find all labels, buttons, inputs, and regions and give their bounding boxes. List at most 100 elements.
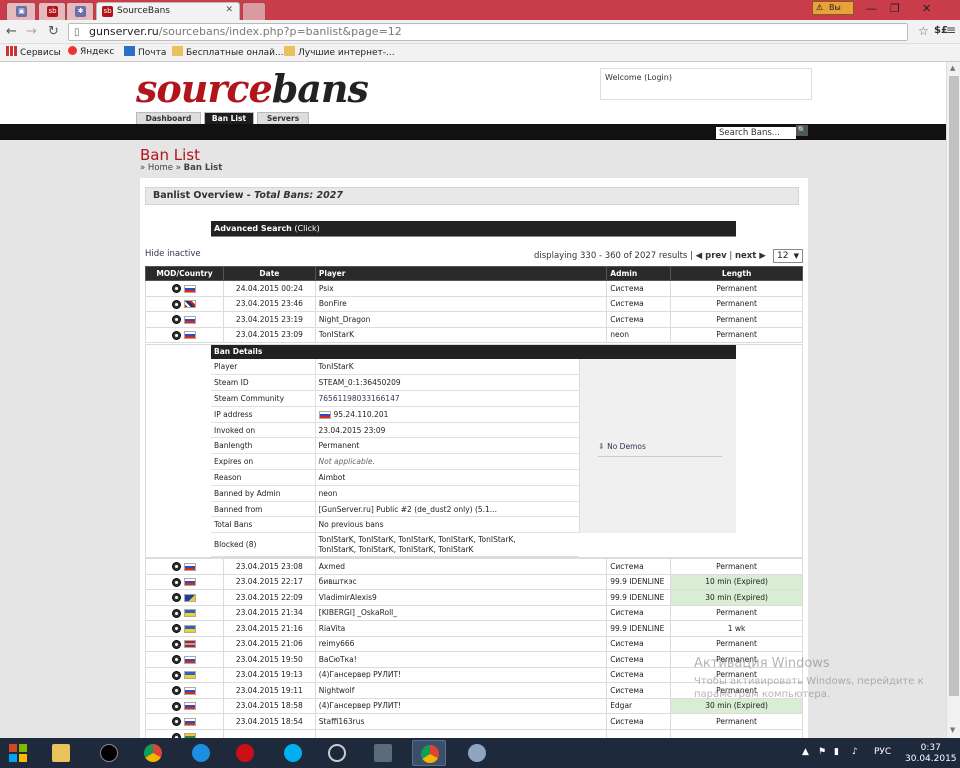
game-mod-icon <box>172 655 182 664</box>
address-bar-row: ← → ↻ ▯ gunserver.ru/sourcebans/index.ph… <box>0 20 960 44</box>
tray-arrow-icon[interactable]: ▲ <box>802 747 809 757</box>
scroll-up-icon[interactable]: ▲ <box>950 64 955 72</box>
col-mod-country[interactable]: MOD/Country <box>145 266 224 281</box>
chrome-active-taskbar-icon[interactable] <box>412 740 446 766</box>
search-bans-input[interactable]: Search Bans... <box>716 127 796 139</box>
cs-taskbar-icon[interactable] <box>92 740 126 766</box>
detail-row: Steam ID STEAM_0:1:36450209 <box>211 374 579 392</box>
bookmark-mail[interactable]: Почта <box>124 46 166 58</box>
detail-value: 23.04.2015 23:09 <box>315 422 579 439</box>
table-row[interactable]: 23.04.2015 23:19 Night_Dragon Система Perma… <box>145 311 803 328</box>
col-date[interactable]: Date <box>222 266 316 281</box>
keyboard-language[interactable]: РУС <box>874 747 891 757</box>
browser-tab-sourcebans[interactable]: sb SourceBans ✕ <box>96 2 240 20</box>
chrome-taskbar-icon[interactable] <box>136 740 170 766</box>
next-page-link[interactable]: next ▶ <box>735 251 766 261</box>
close-tab-icon[interactable]: ✕ <box>225 5 233 15</box>
forward-icon[interactable]: → <box>26 24 37 39</box>
detail-key: Steam Community <box>211 390 316 407</box>
browser-tab-1[interactable]: ▣ <box>6 2 36 20</box>
advanced-search-bar[interactable]: Advanced Search (Click) <box>211 221 736 237</box>
player-cell: (4)Гансервер РУЛИТ! <box>314 666 608 683</box>
scrollbar-thumb[interactable] <box>949 76 959 696</box>
clock[interactable]: 0:37 30.04.2015 <box>905 743 957 765</box>
menu-icon[interactable]: ≡ <box>946 23 956 37</box>
table-row[interactable]: 23.04.2015 21:06 reimy666 Система Permanent <box>145 635 803 652</box>
country-flag-icon <box>184 578 197 586</box>
country-flag-icon <box>184 640 197 648</box>
col-admin[interactable]: Admin <box>606 266 672 281</box>
player-cell: Psix <box>314 280 608 297</box>
reload-icon[interactable]: ↻ <box>48 24 59 39</box>
minimize-icon[interactable]: — <box>866 2 877 15</box>
bookmark-folder-2[interactable]: Лучшие интернет-... <box>284 46 395 58</box>
bookmark-yandex[interactable]: Яндекс <box>68 46 114 57</box>
tab-dashboard[interactable]: Dashboard <box>136 112 201 124</box>
tab-servers[interactable]: Servers <box>257 112 309 124</box>
prev-page-link[interactable]: ◀ prev <box>696 251 727 261</box>
table-row[interactable]: 23.04.2015 21:34 [KIBERGI] _OskaRoll_ Сист… <box>145 604 803 621</box>
table-row[interactable]: 24.04.2015 00:24 Psix Система Permanent <box>145 280 803 297</box>
tool-taskbar-icon[interactable] <box>460 740 494 766</box>
start-button[interactable] <box>9 744 27 762</box>
detail-value: TonIStarK, TonIStarK, TonIStarK, TonISta… <box>315 532 579 558</box>
cs-go-taskbar-icon[interactable] <box>366 740 400 766</box>
admin-cell: Система <box>606 604 672 621</box>
maximize-icon[interactable]: ❐ <box>890 2 900 15</box>
bookmark-star-icon[interactable]: ☆ <box>918 24 929 38</box>
page-title: Ban List <box>140 146 200 164</box>
browser-tab-2[interactable]: sb <box>38 2 66 20</box>
date-cell: 23.04.2015 18:54 <box>222 713 316 730</box>
detail-row: Banlength Permanent <box>211 437 579 455</box>
folder-icon <box>172 46 183 56</box>
detail-value[interactable]: 76561198033166147 <box>315 390 579 407</box>
new-tab-button[interactable] <box>242 2 266 20</box>
date-cell: 23.04.2015 18:58 <box>222 697 316 714</box>
table-row[interactable]: 23.04.2015 23:09 TonIStarK neon Permanent <box>145 326 803 343</box>
network-icon[interactable]: ▮ <box>834 747 839 757</box>
page-select[interactable]: 12 ▼ <box>773 249 803 263</box>
country-flag-icon <box>184 609 197 617</box>
total-bans: Total Bans: 2027 <box>254 190 343 201</box>
table-header-row: MOD/Country Date Player Admin Length <box>145 266 803 281</box>
mod-country-cell <box>145 604 224 621</box>
detail-key: Banlength <box>211 437 316 455</box>
player-cell: [KIBERGI] _OskaRoll_ <box>314 604 608 621</box>
col-length[interactable]: Length <box>670 266 803 281</box>
tab-ban-list[interactable]: Ban List <box>204 112 254 124</box>
sourcebans-logo[interactable]: sourcebans <box>136 66 369 111</box>
volume-icon[interactable]: ♪ <box>852 747 858 757</box>
mod-country-cell <box>145 573 224 590</box>
welcome-login-link[interactable]: Welcome (Login) <box>605 73 672 82</box>
game-mod-icon <box>172 330 182 340</box>
back-icon[interactable]: ← <box>6 24 17 39</box>
skype-taskbar-icon[interactable] <box>276 740 310 766</box>
close-window-icon[interactable]: ✕ <box>922 2 931 15</box>
date-cell: 23.04.2015 19:13 <box>222 666 316 683</box>
scroll-down-icon[interactable]: ▼ <box>950 726 955 734</box>
player-cell: VladimirAlexis9 <box>314 589 608 606</box>
explorer-taskbar-icon[interactable] <box>44 740 78 766</box>
bookmark-folder-1[interactable]: Бесплатные онлай... <box>172 46 284 58</box>
hide-inactive-link[interactable]: Hide inactive <box>145 249 201 259</box>
table-row[interactable]: 23.04.2015 22:17 бившткэс 99.9 IDENLINE 10 … <box>145 573 803 590</box>
browser-tab-3[interactable]: ✱ <box>66 2 94 20</box>
bookmark-services[interactable]: Сервисы <box>6 46 61 58</box>
game-mod-icon <box>172 593 182 602</box>
table-row[interactable]: 23.04.2015 18:54 Staffi163rus Система Perma… <box>145 713 803 730</box>
url-input[interactable]: ▯ gunserver.ru/sourcebans/index.php?p=ba… <box>68 23 908 41</box>
search-icon[interactable]: 🔍 <box>796 125 808 136</box>
table-row[interactable]: 23.04.2015 23:46 BonFire Система Permanent <box>145 295 803 312</box>
flag-icon[interactable]: ⚑ <box>818 747 826 757</box>
breadcrumb-home[interactable]: » Home » <box>140 163 181 173</box>
col-player[interactable]: Player <box>314 266 608 281</box>
table-row[interactable]: 23.04.2015 22:09 VladimirAlexis9 99.9 IDEN… <box>145 589 803 606</box>
table-row[interactable]: 23.04.2015 23:08 Axmed Система Permanent <box>145 558 803 575</box>
length-cell: 10 min (Expired) <box>670 573 803 590</box>
user-warning-badge[interactable]: ⚠ Вы <box>812 1 854 15</box>
steam-taskbar-icon[interactable] <box>320 740 354 766</box>
opera-taskbar-icon[interactable] <box>228 740 262 766</box>
page-scrollbar[interactable]: ▲ ▼ <box>946 62 960 738</box>
table-row[interactable]: 23.04.2015 21:16 RiaVita 99.9 IDENLINE 1 wk <box>145 620 803 637</box>
ie-taskbar-icon[interactable] <box>184 740 218 766</box>
